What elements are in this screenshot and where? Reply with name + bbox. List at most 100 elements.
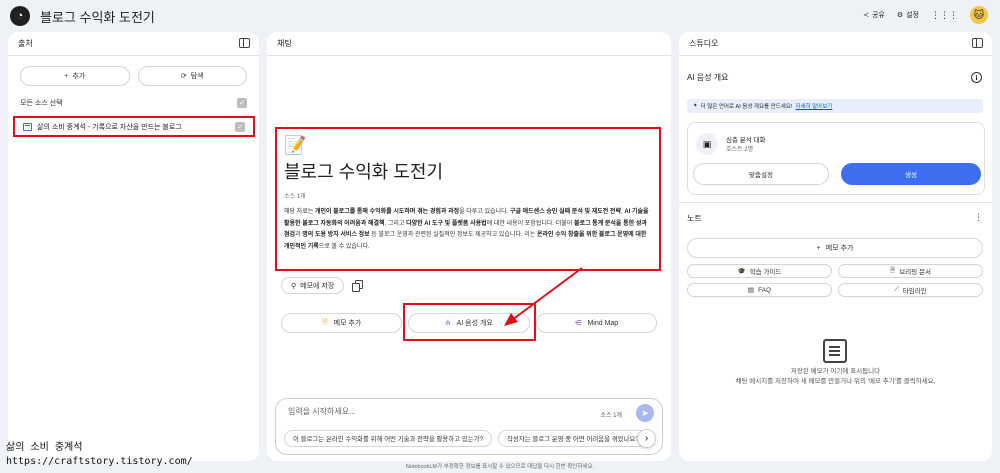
discover-source-button[interactable]: ⟳ 탐색 [137, 66, 247, 86]
studio-panel-header: 스튜디오 [679, 32, 992, 56]
mind-map-button[interactable]: ⋲ Mind Map [535, 313, 657, 333]
save-memo-label: 메모에 저장 [300, 282, 335, 290]
convo-subtitle: 호스트 2명 [726, 147, 754, 153]
study-guide-button[interactable]: 🎓 학습 가이드 [687, 264, 832, 278]
empty-notes-line1: 저장된 메모가 여기에 표시됩니다 [790, 368, 881, 375]
plus-icon: + [64, 72, 69, 80]
save-to-memo-button[interactable]: ⚲ 메모에 저장 [281, 277, 345, 294]
share-label: 공유 [871, 12, 885, 19]
plus-icon: + [816, 244, 821, 252]
more-options-icon[interactable]: ⋮ [974, 212, 983, 223]
studio-panel: 스튜디오 AI 음성 개요 i ✦ 더 많은 언어로 AI 음성 개요를 만드세… [679, 32, 992, 461]
note-type-grid: 🎓 학습 가이드 🗎 브리핑 문서 ▤ FAQ ⟋ 타임라인 [687, 264, 983, 297]
faq-button[interactable]: ▤ FAQ [687, 283, 832, 297]
document-audio-icon: ▣ [696, 133, 718, 155]
suggestion-chip[interactable]: 작성자는 블로그 운영 중 어떤 어려움을 겪었나요? [498, 430, 642, 447]
select-all-label: 모든 소스 선택 [20, 100, 63, 107]
send-button[interactable]: ➤ [636, 404, 654, 422]
select-all-row: 모든 소스 선택 ✓ [8, 98, 259, 108]
generate-button[interactable]: 생성 [841, 163, 981, 185]
language-banner-text: 더 많은 언어로 AI 음성 개요를 만드세요! [700, 104, 793, 110]
language-banner: ✦ 더 많은 언어로 AI 음성 개요를 만드세요! 자세히 알아보기 [687, 99, 983, 113]
select-all-checkbox[interactable]: ✓ [237, 98, 247, 108]
apps-grid-button[interactable]: ⋮⋮⋮ [931, 10, 958, 21]
empty-notes-icon [823, 339, 847, 363]
chat-panel-title: 채팅 [277, 39, 292, 48]
share-button[interactable]: ≺ 공유 [863, 10, 885, 20]
faq-icon: ▤ [747, 287, 755, 294]
copy-icon[interactable] [352, 280, 364, 292]
summary-source-count: 소스 1개 [284, 194, 306, 200]
info-icon[interactable]: i [971, 72, 982, 83]
top-bar: ◔ 블로그 수익화 도전기 ≺ 공유 ⚙ 설정 ⋮⋮⋮ 🐱 [0, 0, 1000, 32]
faq-label: FAQ [758, 286, 772, 294]
source-item[interactable]: 삶의 소비 중계석 - 기록으로 자산을 만드는 블로그 ✓ [13, 116, 255, 137]
timeline-icon: ⟋ [894, 286, 899, 293]
source-buttons: + 추가 ⟳ 탐색 [8, 56, 259, 86]
add-note-label: 메모 추가 [825, 245, 854, 252]
source-summary: 📝 블로그 수익화 도전기 소스 1개 해당 자료는 개인이 블로그를 통해 수… [275, 127, 661, 271]
notebooklm-logo-icon[interactable]: ◔ [10, 6, 30, 26]
chat-input-box: 소스 1개 ➤ 이 블로그는 온라인 수익화를 위해 어떤 기술과 전략을 활용… [275, 398, 663, 455]
web-source-icon [23, 122, 32, 131]
notes-title: 노트 [687, 214, 702, 223]
memo-icon: 🗎 [321, 318, 328, 326]
collapse-panel-icon[interactable] [972, 38, 983, 48]
source-item-checkbox[interactable]: ✓ [235, 121, 245, 132]
studio-divider [679, 202, 992, 203]
top-actions: ≺ 공유 ⚙ 설정 ⋮⋮⋮ 🐱 [863, 6, 988, 24]
mind-map-icon: ⋲ [574, 320, 582, 327]
suggestion-row: 이 블로그는 온라인 수익화를 위해 어떤 기술과 전략을 활용하고 있는가? … [284, 430, 642, 447]
add-source-label: 추가 [72, 73, 86, 80]
timeline-label: 타임라인 [902, 288, 927, 295]
gear-icon: ⚙ [896, 12, 904, 19]
chat-input[interactable] [288, 407, 538, 416]
memo-emoji-icon: 📝 [284, 135, 307, 155]
settings-button[interactable]: ⚙ 설정 [897, 10, 919, 20]
chevron-right-icon[interactable]: › [637, 429, 656, 448]
convo-title: 심층 분석 대화 [726, 137, 766, 144]
suggestion-chip[interactable]: 이 블로그는 온라인 수익화를 위해 어떤 기술과 전략을 활용하고 있는가? [284, 430, 493, 447]
summary-text: 해당 자료는 개인이 블로그를 통해 수익화를 시도하며 겪는 경험과 과정을 … [284, 209, 649, 250]
source-item-left: 삶의 소비 중계석 - 기록으로 자산을 만드는 블로그 [23, 122, 182, 132]
apps-grid-icon: ⋮⋮⋮ [931, 9, 958, 20]
briefing-doc-button[interactable]: 🗎 브리핑 문서 [838, 264, 983, 278]
customize-button[interactable]: 맞춤설정 [693, 163, 829, 185]
empty-notes-line2: 채팅 메시지를 저장하여 새 메모를 만들거나 위의 '메모 추가'를 클릭하세… [735, 378, 936, 385]
add-source-button[interactable]: + 추가 [20, 66, 130, 86]
source-panel: 출처 + 추가 ⟳ 탐색 모든 소스 선택 ✓ 삶의 소비 중계석 - 기록으로 자… [8, 32, 259, 461]
pin-icon: ⚲ [291, 282, 297, 290]
graduation-cap-icon: 🎓 [737, 268, 746, 275]
study-guide-label: 학습 가이드 [749, 269, 782, 276]
settings-label: 설정 [906, 12, 919, 19]
audio-overview-title: AI 음성 개요 [687, 73, 729, 82]
studio-panel-title: 스튜디오 [689, 39, 719, 48]
avatar[interactable]: 🐱 [970, 6, 988, 24]
notebook-title[interactable]: 블로그 수익화 도전기 [40, 7, 155, 26]
chat-panel: 채팅 📝 블로그 수익화 도전기 소스 1개 해당 자료는 개인이 블로그를 통… [267, 32, 671, 461]
source-panel-header: 출처 [8, 32, 259, 56]
deep-dive-card: ▣ 심층 분석 대화 호스트 2명 맞춤설정 생성 [687, 122, 985, 195]
collapse-panel-icon[interactable] [239, 38, 250, 48]
share-icon: ≺ [863, 12, 869, 19]
add-memo-label: 메모 추가 [333, 320, 362, 327]
mind-map-label: Mind Map [587, 319, 619, 327]
learn-more-link[interactable]: 자세히 알아보기 [795, 102, 832, 110]
chat-panel-header: 채팅 [267, 32, 671, 56]
briefing-doc-label: 브리핑 문서 [899, 269, 931, 276]
watermark-line2: https://craftstory.tistory.com/ [6, 456, 193, 467]
discover-label: 탐색 [190, 73, 204, 80]
sparkle-icon: ✦ [693, 103, 698, 109]
timeline-button[interactable]: ⟋ 타임라인 [838, 283, 983, 297]
source-panel-title: 출처 [18, 39, 33, 48]
watermark-line1: 삶의 소비 중계석 [6, 442, 83, 453]
add-memo-button[interactable]: 🗎 메모 추가 [281, 313, 403, 333]
summary-actions: ⚲ 메모에 저장 [281, 277, 364, 294]
highlight-box-audio [403, 303, 536, 341]
summary-title: 블로그 수익화 도전기 [284, 162, 444, 182]
add-note-button[interactable]: + 메모 추가 [687, 238, 983, 258]
input-source-count: 소스 1개 [600, 413, 622, 419]
blog-watermark: 삶의 소비 중계석 https://craftstory.tistory.com… [6, 441, 193, 469]
source-item-label: 삶의 소비 중계석 - 기록으로 자산을 만드는 블로그 [37, 123, 182, 131]
discover-icon: ⟳ [180, 73, 187, 80]
